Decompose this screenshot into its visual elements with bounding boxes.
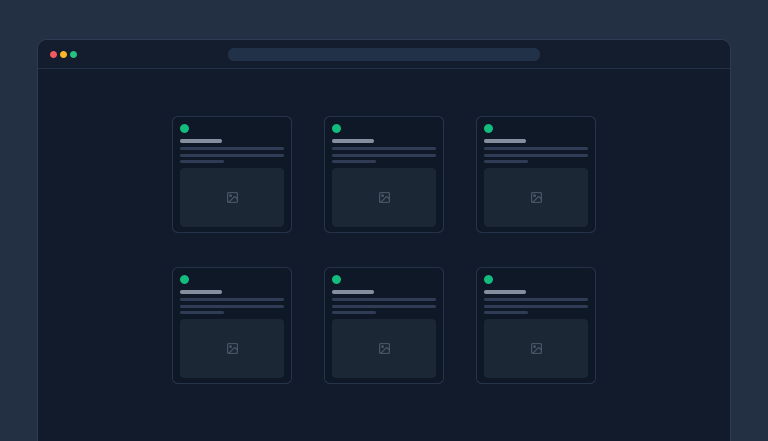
browser-window (37, 39, 731, 441)
text-line-skeleton-short (484, 311, 528, 314)
text-line-skeleton (484, 147, 588, 150)
status-dot-icon (484, 124, 493, 133)
image-icon (226, 342, 239, 355)
text-line-skeleton (332, 147, 436, 150)
image-icon (378, 342, 391, 355)
image-icon (378, 191, 391, 204)
text-line-skeleton-short (332, 160, 376, 163)
status-dot-icon (332, 124, 341, 133)
status-dot-icon (484, 275, 493, 284)
text-line-skeleton-short (484, 160, 528, 163)
card-grid (38, 116, 730, 384)
title-skeleton (180, 139, 222, 143)
page-background: { "colors": { "accent_green": "#12bd7e",… (0, 0, 768, 432)
image-placeholder (484, 168, 588, 227)
text-line-skeleton-short (180, 160, 224, 163)
text-line-skeleton (332, 154, 436, 157)
text-line-skeleton (180, 298, 284, 301)
project-card[interactable] (172, 116, 292, 233)
title-skeleton (332, 139, 374, 143)
image-placeholder (484, 319, 588, 378)
project-card[interactable] (324, 267, 444, 384)
image-icon (530, 191, 543, 204)
text-line-skeleton (484, 305, 588, 308)
image-icon (226, 191, 239, 204)
close-button[interactable] (50, 51, 57, 58)
text-line-skeleton (180, 154, 284, 157)
status-dot-icon (332, 275, 341, 284)
text-line-skeleton (332, 298, 436, 301)
text-line-skeleton-short (332, 311, 376, 314)
window-titlebar (38, 40, 730, 69)
text-line-skeleton (180, 147, 284, 150)
window-content (38, 69, 730, 384)
image-icon (530, 342, 543, 355)
text-line-skeleton (484, 298, 588, 301)
project-card[interactable] (324, 116, 444, 233)
project-card[interactable] (476, 267, 596, 384)
image-placeholder (180, 168, 284, 227)
window-controls (50, 51, 77, 58)
status-dot-icon (180, 124, 189, 133)
title-skeleton (484, 290, 526, 294)
text-line-skeleton (332, 305, 436, 308)
minimize-button[interactable] (60, 51, 67, 58)
text-line-skeleton-short (180, 311, 224, 314)
image-placeholder (332, 319, 436, 378)
project-card[interactable] (172, 267, 292, 384)
image-placeholder (332, 168, 436, 227)
text-line-skeleton (484, 154, 588, 157)
image-placeholder (180, 319, 284, 378)
text-line-skeleton (180, 305, 284, 308)
title-skeleton (484, 139, 526, 143)
title-skeleton (180, 290, 222, 294)
address-bar[interactable] (228, 48, 540, 61)
title-skeleton (332, 290, 374, 294)
project-card[interactable] (476, 116, 596, 233)
maximize-button[interactable] (70, 51, 77, 58)
status-dot-icon (180, 275, 189, 284)
